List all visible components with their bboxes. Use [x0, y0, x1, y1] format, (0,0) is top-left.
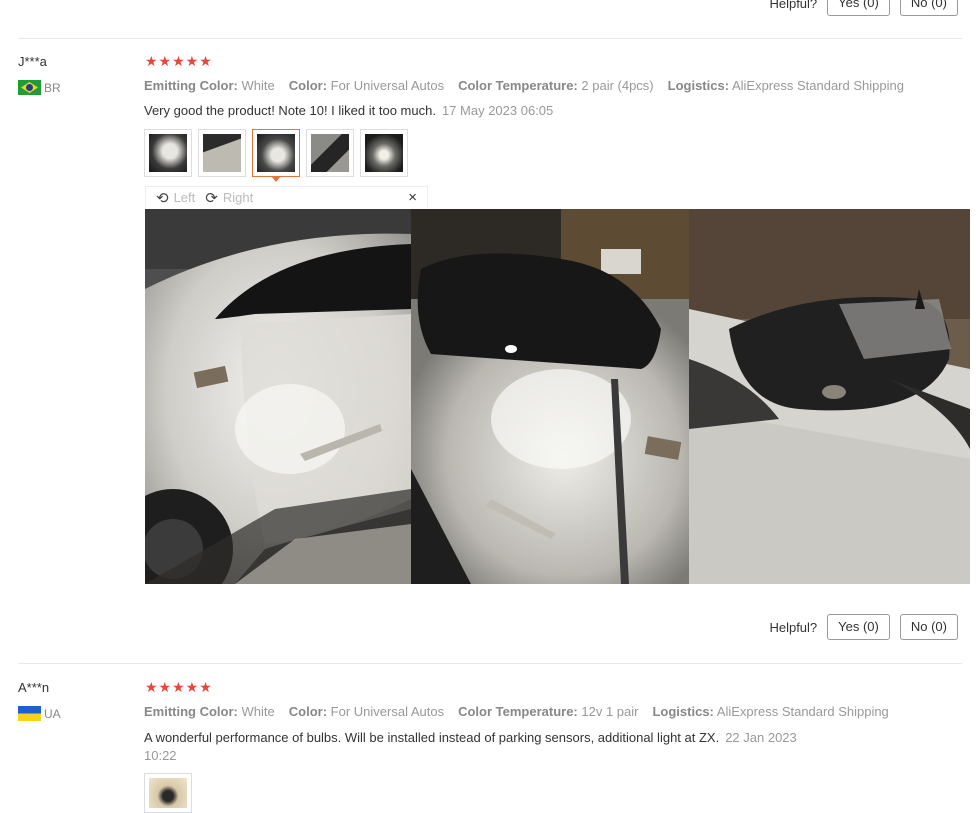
photo-viewer-toolbar: ⟲ Left ⟳ Right × [145, 186, 428, 208]
country-code: UA [44, 706, 61, 721]
helpful-label: Helpful? [769, 0, 818, 11]
attr-value: White [241, 78, 275, 93]
reviewer-name: A***n [18, 680, 50, 695]
side-mirror-photo [411, 209, 689, 584]
car-door-photo [145, 209, 411, 584]
attr-key: Color Temperature: [458, 704, 578, 719]
review-divider [18, 663, 962, 664]
review-text: Very good the product! Note 10! I liked … [144, 103, 553, 118]
photo-thumbnails [144, 773, 192, 813]
attr-key: Color: [288, 78, 328, 93]
attr-value: 2 pair (4pcs) [581, 78, 654, 93]
close-icon[interactable]: × [408, 189, 417, 206]
review-date: 17 May 2023 06:05 [441, 103, 554, 118]
attr-key: Color: [288, 704, 328, 719]
rotate-left-label: Left [173, 190, 196, 205]
rotate-right-label: Right [222, 190, 254, 205]
photo-thumbnail[interactable] [306, 129, 354, 177]
brazil-flag-icon [18, 80, 41, 95]
attr-key: Logistics: [652, 704, 714, 719]
review-photo-panel-3 [689, 209, 970, 584]
rotate-left-icon: ⟲ [156, 189, 169, 207]
helpful-no-button[interactable]: No (0) [899, 0, 958, 16]
attr-key: Emitting Color: [144, 704, 238, 719]
attr-value: White [241, 704, 275, 719]
attr-key: Color Temperature: [458, 78, 578, 93]
review-body: A wonderful performance of bulbs. Will b… [144, 730, 720, 745]
helpful-yes-button[interactable]: Yes (0) [827, 0, 890, 16]
attr-value: AliExpress Standard Shipping [731, 78, 904, 93]
reviewer-name: J***a [18, 54, 47, 69]
helpful-row: Helpful? Yes (0) No (0) [769, 614, 958, 640]
review-divider [18, 38, 962, 39]
review-text: A wonderful performance of bulbs. Will b… [144, 729, 844, 765]
attr-key: Emitting Color: [144, 78, 238, 93]
review-photo-panel-2 [411, 209, 689, 584]
ukraine-flag-icon [18, 706, 41, 721]
helpful-yes-button[interactable]: Yes (0) [827, 614, 890, 640]
review-attributes: Emitting Color: White Color: For Universa… [144, 704, 889, 719]
review-attributes: Emitting Color: White Color: For Universa… [144, 78, 904, 93]
rating-stars: ★★★★★ [145, 679, 213, 695]
helpful-row-top: Helpful? Yes (0) No (0) [769, 0, 958, 16]
review-photo-panel-1 [145, 209, 411, 584]
photo-thumbnail-selected[interactable] [252, 129, 300, 182]
attr-value: For Universal Autos [330, 704, 445, 719]
photo-thumbnail[interactable] [360, 129, 408, 177]
rating-stars: ★★★★★ [145, 53, 213, 69]
photo-thumbnail[interactable] [198, 129, 246, 177]
attr-key: Logistics: [667, 78, 730, 93]
rotate-right-icon: ⟳ [205, 189, 218, 207]
reviewer-country: UA [18, 706, 61, 721]
attr-value: For Universal Autos [330, 78, 445, 93]
attr-value: 12v 1 pair [581, 704, 639, 719]
country-code: BR [44, 80, 61, 95]
rotate-left-button[interactable]: ⟲ Left [156, 189, 195, 207]
review-body: Very good the product! Note 10! I liked … [144, 103, 436, 118]
mirror-close-up-photo [689, 209, 970, 584]
review-date: 22 Jan 2023 [725, 730, 797, 745]
photo-thumbnail[interactable] [144, 773, 192, 813]
helpful-label: Helpful? [769, 619, 818, 635]
rotate-right-button[interactable]: ⟳ Right [205, 189, 253, 207]
photo-thumbnail[interactable] [144, 129, 192, 177]
review-time: 10:22 [144, 748, 177, 763]
helpful-no-button[interactable]: No (0) [899, 614, 958, 640]
reviewer-country: BR [18, 80, 61, 95]
photo-thumbnails [144, 129, 408, 182]
attr-value: AliExpress Standard Shipping [716, 704, 889, 719]
